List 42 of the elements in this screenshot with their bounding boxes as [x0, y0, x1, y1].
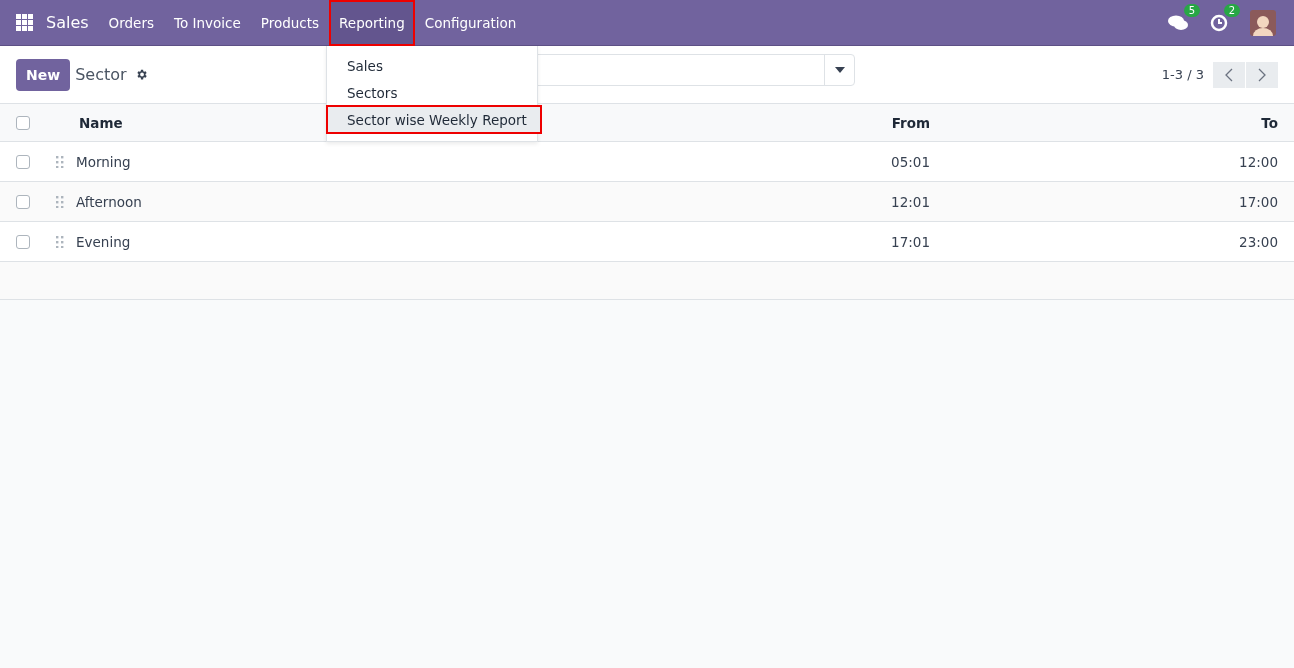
drag-handle-icon[interactable]	[56, 195, 64, 208]
apps-grid-icon[interactable]	[16, 13, 34, 32]
menu-item[interactable]: Configuration	[414, 0, 527, 46]
table-cell-text: 12:01	[890, 193, 931, 210]
menu-item[interactable]: Reporting	[329, 0, 415, 46]
column-header[interactable]: To	[934, 114, 1294, 131]
row-checkbox[interactable]	[16, 194, 30, 209]
table-cell-text: 12:00	[1238, 153, 1279, 170]
page-title: Sector	[75, 65, 127, 84]
count-badge: 5	[1183, 3, 1200, 17]
next-button[interactable]	[1246, 61, 1278, 88]
messages-icon[interactable]	[1168, 13, 1188, 32]
row-checkbox[interactable]	[16, 154, 30, 169]
app-name[interactable]: Sales	[46, 13, 89, 32]
table-cell: Morning	[76, 153, 131, 170]
clock-icon[interactable]	[1210, 13, 1228, 32]
row-checkbox[interactable]	[16, 234, 30, 249]
menu-item[interactable]: To Invoice	[164, 0, 251, 46]
drag-handle-icon[interactable]	[56, 235, 64, 248]
drag-handle-icon[interactable]	[56, 155, 64, 168]
chevron-right-icon	[1258, 67, 1266, 82]
new-button[interactable]: New	[16, 58, 71, 91]
table-cell: Evening	[76, 233, 131, 250]
caret-icon	[834, 67, 845, 73]
dropdown-item[interactable]: Sectors	[327, 79, 537, 106]
table-cell-text: 23:00	[1238, 233, 1279, 250]
dropdown-item[interactable]: Sales	[327, 52, 537, 79]
pager-value[interactable]: 1-3 / 3	[1161, 67, 1204, 82]
column-header[interactable]: Name	[79, 114, 123, 131]
table-cell: Afternoon	[76, 193, 142, 210]
table-cell-text: 17:00	[1238, 193, 1279, 210]
select-all-checkbox[interactable]	[16, 115, 30, 130]
menu-item[interactable]: Orders	[98, 0, 164, 46]
table-cell-text: 17:01	[890, 233, 931, 250]
dropdown-item[interactable]: Sector wise Weekly Report	[327, 106, 541, 133]
menu-item[interactable]: Products	[250, 0, 330, 46]
user-avatar[interactable]	[1250, 9, 1276, 36]
count-badge: 2	[1223, 3, 1240, 17]
column-header[interactable]: From	[814, 114, 934, 131]
table-cell-text: 05:01	[890, 153, 931, 170]
previous-button[interactable]	[1213, 61, 1245, 88]
chevron-left-icon	[1225, 67, 1233, 82]
